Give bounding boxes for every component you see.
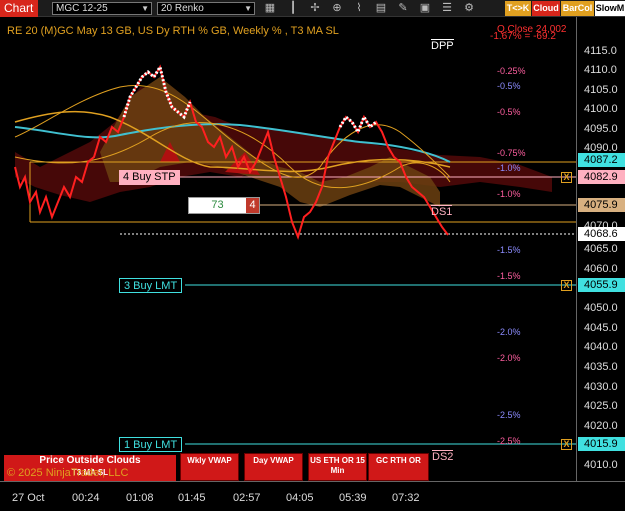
- time-axis[interactable]: 27 Oct 00:24 01:08 01:45 02:57 04:05 05:…: [0, 481, 625, 511]
- strategies-icon[interactable]: ▤: [373, 1, 389, 16]
- price-tick: 4060.0: [584, 263, 618, 275]
- close-icon[interactable]: X: [561, 172, 572, 183]
- slowm-button[interactable]: SlowM: [595, 1, 625, 16]
- quote-change: -1.67% = -69.2: [490, 31, 556, 42]
- zoom-icon[interactable]: ⊕: [329, 1, 345, 16]
- position-quantity: 73: [189, 198, 246, 213]
- day-vwap-button[interactable]: Day VWAP: [244, 453, 303, 481]
- pct-label: -1.0%: [497, 163, 521, 173]
- time-tick: 02:57: [233, 492, 261, 504]
- indicators-icon[interactable]: ⌇: [351, 1, 367, 16]
- pct-label: -0.75%: [497, 148, 526, 158]
- gc-rth-or-button[interactable]: GC RTH OR: [368, 453, 429, 481]
- properties-icon[interactable]: ▣: [417, 1, 433, 16]
- bar-type-selector[interactable]: 20 Renko ▼: [157, 2, 255, 15]
- price-tick: 4115.0: [584, 45, 617, 57]
- pct-label: -1.0%: [497, 189, 521, 199]
- copyright-text: © 2025 NinjaTrader, LLC: [7, 467, 129, 479]
- buy-stop-order-label[interactable]: 4 Buy STP: [119, 170, 180, 185]
- position-orders: 4: [246, 198, 259, 213]
- chevron-down-icon: ▼: [141, 4, 149, 13]
- price-tick: 4010.0: [584, 459, 618, 471]
- time-tick: 05:39: [339, 492, 367, 504]
- tk-button[interactable]: T<>K: [505, 1, 531, 16]
- close-icon[interactable]: X: [561, 280, 572, 291]
- position-display[interactable]: 73 4: [188, 197, 260, 214]
- price-badge-position: 4075.9: [578, 198, 625, 212]
- price-badge-upper: 4087.2: [578, 153, 625, 167]
- cloud-button[interactable]: Cloud: [532, 1, 560, 16]
- pct-label: -1.5%: [497, 245, 521, 255]
- properties-gear-icon[interactable]: ⚙: [461, 1, 477, 16]
- close-icon[interactable]: X: [561, 439, 572, 450]
- list-icon[interactable]: ☰: [439, 1, 455, 16]
- chart-title: RE 20 (M)GC May 13 GB, US Dy RTH % GB, W…: [7, 25, 339, 37]
- barcol-button[interactable]: BarCol: [561, 1, 594, 16]
- instrument-selector[interactable]: MGC 12-25 ▼: [52, 2, 152, 15]
- price-tick: 4035.0: [584, 361, 618, 373]
- time-tick: 07:32: [392, 492, 420, 504]
- price-badge-last: 4068.6: [578, 227, 625, 241]
- chevron-down-icon: ▼: [244, 4, 252, 13]
- price-badge-stop: 4082.9: [578, 170, 625, 184]
- buy-limit-order-label-3[interactable]: 3 Buy LMT: [119, 278, 183, 293]
- pct-label: -2.0%: [497, 353, 521, 363]
- dpp-label: DPP: [431, 39, 454, 52]
- pct-label: -1.5%: [497, 271, 521, 281]
- price-tick: 4040.0: [584, 341, 618, 353]
- draw-icon[interactable]: ✎: [395, 1, 411, 16]
- price-badge-limit-1: 4015.9: [578, 437, 625, 451]
- price-tick: 4110.0: [584, 64, 617, 76]
- crosshair-icon[interactable]: ✢: [307, 1, 323, 16]
- price-tick: 4095.0: [584, 123, 618, 135]
- buy-limit-order-label-1[interactable]: 1 Buy LMT: [119, 437, 183, 452]
- time-tick: 01:08: [126, 492, 154, 504]
- pct-label: -0.5%: [497, 81, 521, 91]
- chart-plot-area[interactable]: [0, 17, 576, 481]
- bar-type-label: 20 Renko: [161, 3, 204, 14]
- price-tick: 4100.0: [584, 103, 618, 115]
- price-axis[interactable]: 4115.0 4110.0 4105.0 4100.0 4095.0 4090.…: [576, 17, 625, 481]
- time-tick: 01:45: [178, 492, 206, 504]
- price-tick: 4030.0: [584, 381, 618, 393]
- pct-label: -0.25%: [497, 66, 526, 76]
- price-tick: 4065.0: [584, 243, 618, 255]
- price-tick: 4020.0: [584, 420, 618, 432]
- wkly-vwap-button[interactable]: Wkly VWAP: [180, 453, 239, 481]
- ds2-label: DS2: [432, 450, 454, 463]
- chart-style-icon[interactable]: ┃: [285, 1, 301, 16]
- pct-label: -2.5%: [497, 410, 521, 420]
- time-tick: 27 Oct: [12, 492, 45, 504]
- us-eth-or-button[interactable]: US ETH OR 15 Min: [308, 453, 367, 481]
- price-tick: 4050.0: [584, 302, 618, 314]
- price-badge-limit-3: 4055.9: [578, 278, 625, 292]
- time-tick: 00:24: [72, 492, 100, 504]
- time-tick: 04:05: [286, 492, 314, 504]
- pct-label: -2.0%: [497, 327, 521, 337]
- chart-toolbar: Chart MGC 12-25 ▼ 20 Renko ▼ ▦ ┃ ✢ ⊕ ⌇ ▤…: [0, 0, 625, 17]
- pct-label: -2.5%: [497, 436, 521, 446]
- price-clouds-label: Price Outside Clouds: [39, 455, 141, 466]
- instrument-label: MGC 12-25: [56, 3, 108, 14]
- price-tick: 4105.0: [584, 84, 618, 96]
- chart-tab[interactable]: Chart: [0, 0, 38, 17]
- ds1-label: DS1: [431, 205, 453, 218]
- price-chart-canvas: [14, 63, 576, 445]
- calendar-icon[interactable]: ▦: [262, 1, 278, 16]
- price-tick: 4045.0: [584, 322, 618, 334]
- pct-label: -0.5%: [497, 107, 521, 117]
- price-tick: 4025.0: [584, 400, 618, 412]
